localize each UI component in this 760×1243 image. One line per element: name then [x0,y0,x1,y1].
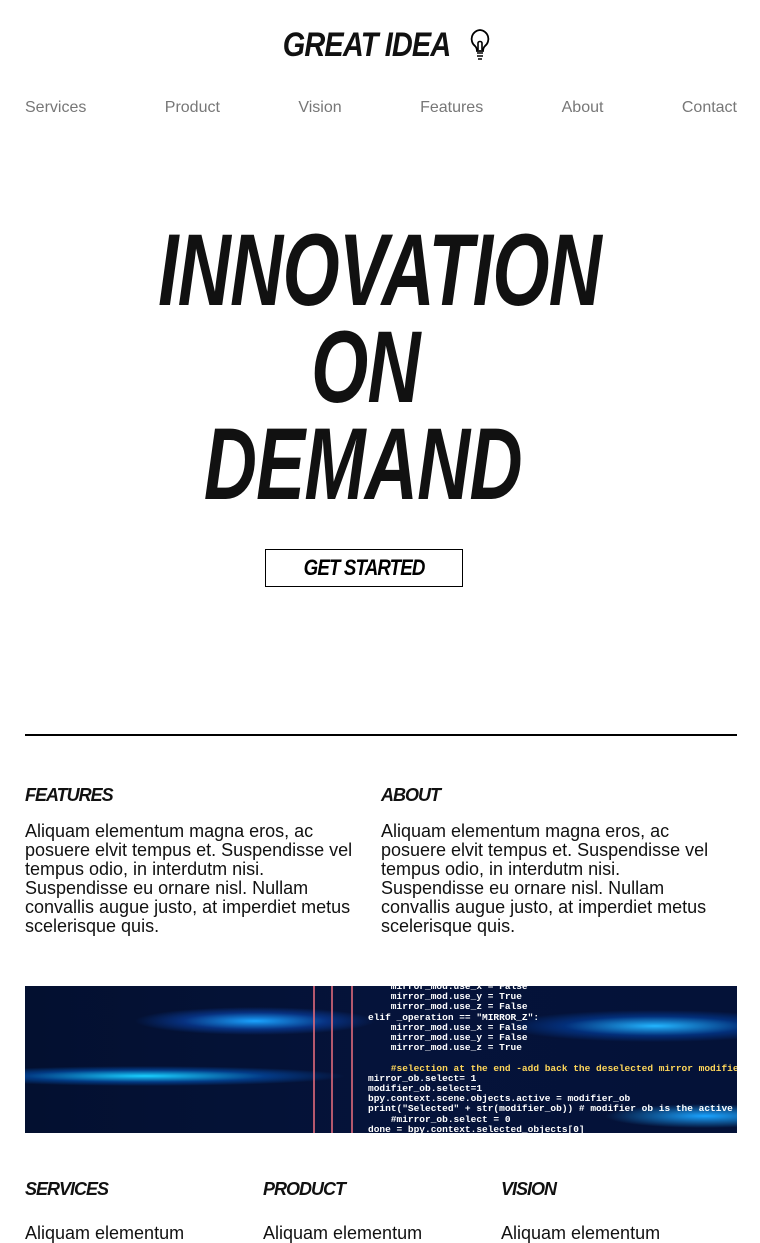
vision-section: Vision Aliquam elementum [501,1179,721,1243]
about-section: About Aliquam elementum magna eros, ac p… [381,785,721,936]
code-line: mirror_mod.use_z = True [368,1042,522,1054]
lightbulb-icon [470,28,489,60]
get-started-button[interactable]: Get Started [265,549,463,587]
section-body: Aliquam elementum [25,1223,185,1243]
divider [25,734,737,736]
main-nav: Services Product Vision Features About C… [25,99,737,117]
code-banner-image: mirror_mod.use_x = False mirror_mod.use_… [25,986,737,1133]
nav-services[interactable]: Services [25,99,86,117]
section-body: Aliquam elementum [501,1223,661,1243]
logo[interactable]: Great Idea [0,26,760,65]
nav-contact[interactable]: Contact [682,99,737,117]
hero-line: Innovation [158,213,603,327]
hero-heading: Innovation on Demand [0,213,760,521]
code-text: mirror_mod.use_x = False mirror_mod.use_… [368,986,737,1133]
hero-line: on [310,310,420,424]
section-body: Aliquam elementum magna eros, ac posuere… [381,821,709,936]
code-line: done = bpy.context.selected_objects[0] [368,1123,585,1133]
nav-vision[interactable]: Vision [298,99,341,117]
nav-product[interactable]: Product [165,99,220,117]
features-section: Features Aliquam elementum magna eros, a… [25,785,365,936]
section-title: About [381,785,441,805]
section-title: Product [263,1179,346,1199]
nav-about[interactable]: About [562,99,604,117]
section-body: Aliquam elementum magna eros, ac posuere… [25,821,353,936]
product-section: Product Aliquam elementum [263,1179,483,1243]
section-title: Features [25,785,114,805]
section-title: Services [25,1179,109,1199]
section-body: Aliquam elementum [263,1223,423,1243]
nav-features[interactable]: Features [420,99,483,117]
services-section: Services Aliquam elementum [25,1179,245,1243]
section-title: Vision [501,1179,557,1199]
hero-line: Demand [203,407,523,521]
